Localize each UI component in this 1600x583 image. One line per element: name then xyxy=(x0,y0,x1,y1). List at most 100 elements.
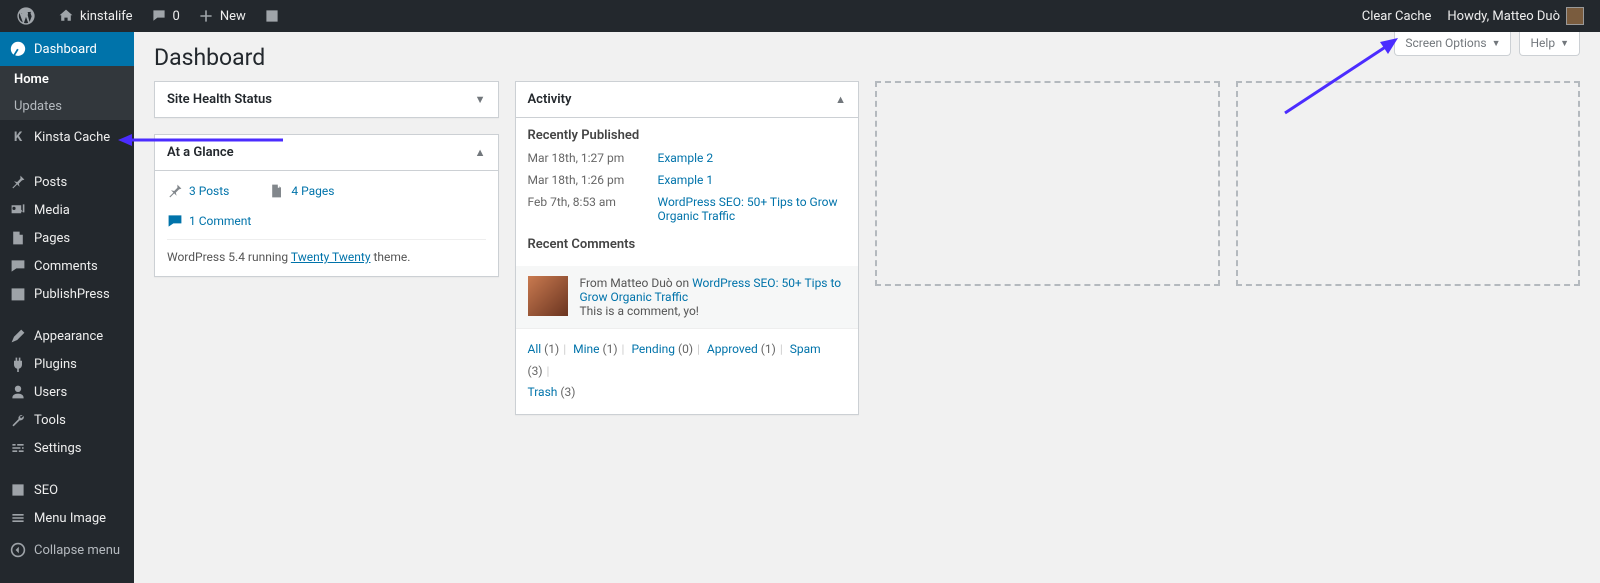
filter-approved[interactable]: Approved xyxy=(707,342,758,356)
sidebar-item-seo[interactable]: SEO xyxy=(0,476,134,504)
dashboard-col-4 xyxy=(1236,81,1581,415)
sidebar-item-plugins[interactable]: Plugins xyxy=(0,350,134,378)
page-icon xyxy=(8,228,28,248)
sidebar-subitem-updates[interactable]: Updates xyxy=(0,93,134,120)
chevron-down-icon: ▼ xyxy=(1492,38,1501,49)
activity-recent-comments-heading: Recent Comments xyxy=(516,227,859,256)
glance-comments[interactable]: 1 Comment xyxy=(167,205,486,229)
my-account-link[interactable]: Howdy, Matteo Duò xyxy=(1439,0,1592,32)
screen-meta-links: Screen Options ▼ Help ▼ xyxy=(1394,32,1580,56)
plug-icon xyxy=(8,354,28,374)
sidebar-item-comments[interactable]: Comments xyxy=(0,252,134,280)
empty-widget-dropzone[interactable] xyxy=(875,81,1220,286)
kinsta-icon: K xyxy=(8,127,28,147)
pin-icon xyxy=(167,183,183,199)
comment-text: This is a comment, yo! xyxy=(580,304,847,318)
plus-icon xyxy=(196,6,216,26)
yoast-link[interactable] xyxy=(254,0,294,32)
chevron-down-icon[interactable]: ▼ xyxy=(475,93,486,106)
widget-handle[interactable]: Site Health Status ▼ xyxy=(155,82,498,117)
widget-site-health: Site Health Status ▼ xyxy=(154,81,499,118)
sidebar-item-media[interactable]: Media xyxy=(0,196,134,224)
home-icon xyxy=(56,6,76,26)
theme-link[interactable]: Twenty Twenty xyxy=(291,250,371,264)
new-label: New xyxy=(220,9,246,24)
sidebar-item-kinsta-cache[interactable]: K Kinsta Cache xyxy=(0,120,134,154)
activity-pub-link[interactable]: Example 2 xyxy=(658,151,714,165)
howdy-text: Howdy, Matteo Duò xyxy=(1447,9,1560,24)
dashboard-submenu: Home Updates xyxy=(0,66,134,120)
yoast-icon xyxy=(262,6,282,26)
avatar xyxy=(1566,7,1584,25)
sidebar-item-users[interactable]: Users xyxy=(0,378,134,406)
filter-trash[interactable]: Trash xyxy=(528,385,558,399)
wp-logo[interactable] xyxy=(8,0,48,32)
hamburger-icon xyxy=(8,508,28,528)
page-icon xyxy=(269,183,285,199)
yoast-icon xyxy=(8,480,28,500)
calendar-icon xyxy=(8,284,28,304)
filter-pending[interactable]: Pending xyxy=(631,342,675,356)
content-area: Dashboard Site Health Status ▼ At a Glan… xyxy=(134,32,1600,583)
help-tab[interactable]: Help ▼ xyxy=(1519,32,1580,56)
sidebar-item-settings[interactable]: Settings xyxy=(0,434,134,462)
sidebar-item-pages[interactable]: Pages xyxy=(0,224,134,252)
comment-icon xyxy=(8,256,28,276)
wordpress-icon xyxy=(16,6,36,26)
dashboard-col-2: Activity ▲ Recently Published Mar 18th, … xyxy=(515,81,860,415)
comment-icon xyxy=(167,213,183,229)
filter-spam[interactable]: Spam xyxy=(790,342,821,356)
media-icon xyxy=(8,200,28,220)
widget-title: Activity xyxy=(528,92,572,107)
new-content-link[interactable]: New xyxy=(188,0,254,32)
comment-filters: All (1)| Mine (1)| Pending (0)| Approved… xyxy=(516,328,859,414)
glance-posts[interactable]: 3 Posts xyxy=(167,183,229,199)
widget-title: At a Glance xyxy=(167,145,234,160)
screen-options-tab[interactable]: Screen Options ▼ xyxy=(1394,32,1511,56)
filter-all[interactable]: All xyxy=(528,342,542,356)
pin-icon xyxy=(8,172,28,192)
sidebar-item-dashboard[interactable]: Dashboard xyxy=(0,32,134,66)
chevron-up-icon[interactable]: ▲ xyxy=(835,93,846,106)
dashboard-icon xyxy=(8,39,28,59)
sidebar-item-tools[interactable]: Tools xyxy=(0,406,134,434)
wrench-icon xyxy=(8,410,28,430)
activity-comment-row: From Matteo Duò on WordPress SEO: 50+ Ti… xyxy=(516,266,859,328)
widget-at-a-glance: At a Glance ▲ 3 Posts 4 Pages xyxy=(154,134,499,277)
widget-activity: Activity ▲ Recently Published Mar 18th, … xyxy=(515,81,860,415)
chevron-up-icon[interactable]: ▲ xyxy=(475,146,486,159)
admin-sidebar: Dashboard Home Updates K Kinsta Cache Po… xyxy=(0,32,134,583)
chevron-down-icon: ▼ xyxy=(1560,38,1569,49)
user-icon xyxy=(8,382,28,402)
avatar xyxy=(528,276,568,316)
activity-pub-link[interactable]: Example 1 xyxy=(658,173,714,187)
sidebar-subitem-home[interactable]: Home xyxy=(0,66,134,93)
dashboard-col-1: Site Health Status ▼ At a Glance ▲ 3 Pos… xyxy=(154,81,499,415)
widget-handle[interactable]: At a Glance ▲ xyxy=(155,135,498,171)
page-title: Dashboard xyxy=(154,32,1580,77)
clear-cache-link[interactable]: Clear Cache xyxy=(1354,0,1440,32)
sliders-icon xyxy=(8,438,28,458)
glance-pages[interactable]: 4 Pages xyxy=(269,183,334,199)
sidebar-item-posts[interactable]: Posts xyxy=(0,168,134,196)
filter-mine[interactable]: Mine xyxy=(573,342,599,356)
wp-version-line: WordPress 5.4 running Twenty Twenty them… xyxy=(167,239,486,264)
admin-bar: kinstalife 0 New Clear Cache Howdy, Matt… xyxy=(0,0,1600,32)
collapse-menu[interactable]: Collapse menu xyxy=(0,532,134,568)
sidebar-item-menu-image[interactable]: Menu Image xyxy=(0,504,134,532)
activity-pub-row: Feb 7th, 8:53 am WordPress SEO: 50+ Tips… xyxy=(516,191,859,227)
sidebar-item-appearance[interactable]: Appearance xyxy=(0,322,134,350)
comments-count: 0 xyxy=(173,9,180,24)
empty-widget-dropzone[interactable] xyxy=(1236,81,1581,286)
widget-handle[interactable]: Activity ▲ xyxy=(516,82,859,118)
activity-pub-row: Mar 18th, 1:27 pm Example 2 xyxy=(516,147,859,169)
site-name-link[interactable]: kinstalife xyxy=(48,0,141,32)
sidebar-item-publishpress[interactable]: PublishPress xyxy=(0,280,134,308)
comment-icon xyxy=(149,6,169,26)
activity-pub-link[interactable]: WordPress SEO: 50+ Tips to Grow Organic … xyxy=(658,195,847,223)
brush-icon xyxy=(8,326,28,346)
activity-recently-published-heading: Recently Published xyxy=(516,118,859,147)
comments-link[interactable]: 0 xyxy=(141,0,188,32)
collapse-icon xyxy=(8,540,28,560)
dashboard-col-3 xyxy=(875,81,1220,415)
